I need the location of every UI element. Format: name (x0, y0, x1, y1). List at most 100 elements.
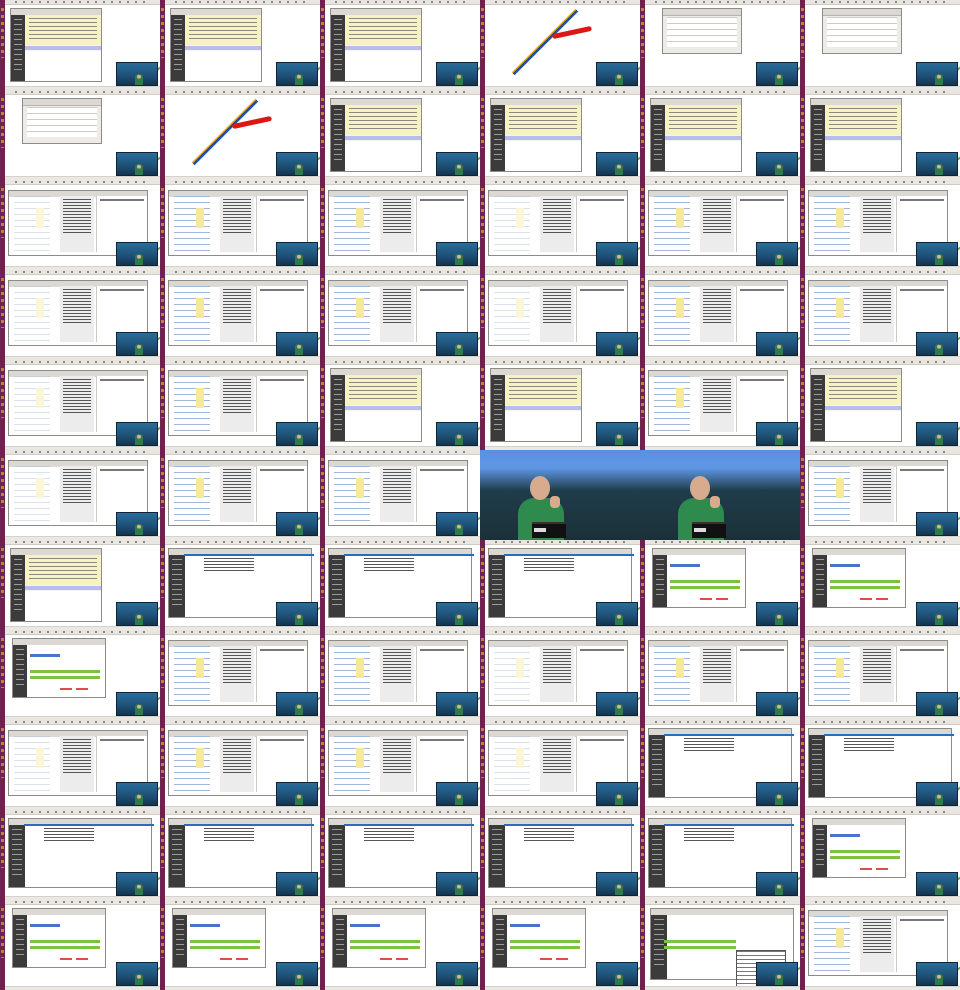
screenshot-thumbnail[interactable] (320, 630, 480, 720)
top-menu-bar (165, 450, 320, 455)
screenshot-thumbnail[interactable] (480, 360, 640, 450)
screenshot-thumbnail[interactable] (800, 360, 960, 450)
screenshot-thumbnail[interactable] (320, 0, 480, 90)
screenshot-thumbnail[interactable] (800, 450, 960, 540)
screenshot-thumbnail[interactable] (800, 180, 960, 270)
screenshot-thumbnail[interactable] (480, 180, 640, 270)
property-list-pane (60, 736, 94, 792)
selected-row (825, 136, 901, 140)
screenshot-thumbnail[interactable] (0, 630, 160, 720)
screenshot-thumbnail[interactable] (800, 720, 960, 810)
screenshot-thumbnail[interactable] (320, 270, 480, 360)
screenshot-thumbnail[interactable] (0, 450, 160, 540)
code-pane (334, 646, 370, 702)
top-menu-bar (325, 180, 480, 185)
screenshot-thumbnail[interactable] (480, 630, 640, 720)
webcam-icon (276, 692, 318, 716)
screenshot-thumbnail[interactable] (800, 90, 960, 180)
screenshot-thumbnail[interactable] (800, 0, 960, 90)
property-list-pane (60, 376, 94, 432)
screenshot-thumbnail[interactable] (160, 630, 320, 720)
screenshot-thumbnail[interactable] (160, 450, 320, 540)
screenshot-thumbnail[interactable] (640, 900, 800, 990)
window-left-panel (169, 825, 185, 887)
screenshot-thumbnail[interactable] (160, 900, 320, 990)
screenshot-thumbnail[interactable] (320, 900, 480, 990)
selected-row (505, 406, 581, 410)
screenshot-thumbnail[interactable] (640, 180, 800, 270)
code-pane (174, 196, 210, 252)
webcam-icon (436, 62, 478, 86)
text-block (684, 828, 734, 842)
screenshot-thumbnail[interactable] (640, 270, 800, 360)
webcam-icon (756, 62, 798, 86)
window-left-panel (649, 735, 665, 797)
launcher-sidebar (320, 180, 325, 270)
launcher-sidebar (800, 630, 805, 720)
screenshot-thumbnail[interactable] (640, 450, 800, 540)
screenshot-thumbnail[interactable] (800, 810, 960, 900)
screenshot-thumbnail[interactable] (800, 540, 960, 630)
screenshot-thumbnail[interactable] (480, 90, 640, 180)
app-window (22, 98, 102, 144)
screenshot-thumbnail[interactable] (480, 450, 640, 540)
launcher-sidebar (0, 360, 5, 450)
screenshot-thumbnail[interactable] (640, 630, 800, 720)
property-list-pane (860, 916, 894, 972)
screenshot-thumbnail[interactable] (480, 720, 640, 810)
screenshot-thumbnail[interactable] (320, 180, 480, 270)
top-menu-bar (485, 0, 640, 5)
screenshot-thumbnail[interactable] (480, 900, 640, 990)
screenshot-thumbnail[interactable] (0, 270, 160, 360)
launcher-sidebar (320, 810, 325, 900)
screenshot-thumbnail[interactable] (800, 630, 960, 720)
launcher-sidebar (160, 720, 165, 810)
screenshot-thumbnail[interactable] (0, 540, 160, 630)
webcam-icon (436, 152, 478, 176)
screenshot-thumbnail[interactable] (160, 360, 320, 450)
window-content (667, 17, 737, 47)
screenshot-thumbnail[interactable] (0, 0, 160, 90)
screenshot-thumbnail[interactable] (320, 450, 480, 540)
screenshot-thumbnail[interactable] (160, 540, 320, 630)
window-titlebar (663, 9, 741, 16)
screenshot-thumbnail[interactable] (640, 540, 800, 630)
status-bar (325, 986, 480, 990)
property-list-pane (700, 376, 734, 432)
screenshot-thumbnail[interactable] (160, 180, 320, 270)
screenshot-thumbnail[interactable] (800, 270, 960, 360)
screenshot-thumbnail[interactable] (320, 540, 480, 630)
screenshot-thumbnail[interactable] (160, 0, 320, 90)
screenshot-thumbnail[interactable] (480, 270, 640, 360)
screenshot-thumbnail[interactable] (640, 720, 800, 810)
screenshot-thumbnail[interactable] (480, 0, 640, 90)
screenshot-thumbnail[interactable] (160, 810, 320, 900)
screenshot-thumbnail[interactable] (0, 180, 160, 270)
top-menu-bar (645, 540, 800, 545)
webcam-icon (916, 152, 958, 176)
progress-bar (190, 946, 260, 949)
screenshot-thumbnail[interactable] (0, 810, 160, 900)
screenshot-thumbnail[interactable] (320, 360, 480, 450)
screenshot-thumbnail[interactable] (160, 270, 320, 360)
screenshot-thumbnail[interactable] (320, 90, 480, 180)
screenshot-thumbnail[interactable] (0, 900, 160, 990)
screenshot-thumbnail[interactable] (160, 720, 320, 810)
screenshot-thumbnail[interactable] (480, 540, 640, 630)
screenshot-thumbnail[interactable] (0, 360, 160, 450)
launcher-sidebar (640, 180, 645, 270)
screenshot-thumbnail[interactable] (640, 0, 800, 90)
highlighted-table (505, 105, 581, 135)
screenshot-thumbnail[interactable] (640, 810, 800, 900)
screenshot-thumbnail[interactable] (0, 720, 160, 810)
screenshot-thumbnail[interactable] (320, 720, 480, 810)
screenshot-thumbnail[interactable] (800, 900, 960, 990)
screenshot-thumbnail[interactable] (640, 90, 800, 180)
screenshot-thumbnail[interactable] (320, 810, 480, 900)
screenshot-thumbnail[interactable] (640, 360, 800, 450)
code-pane (174, 736, 210, 792)
screenshot-thumbnail[interactable] (160, 90, 320, 180)
screenshot-thumbnail[interactable] (480, 810, 640, 900)
screenshot-thumbnail[interactable] (0, 90, 160, 180)
text-block (44, 828, 94, 842)
